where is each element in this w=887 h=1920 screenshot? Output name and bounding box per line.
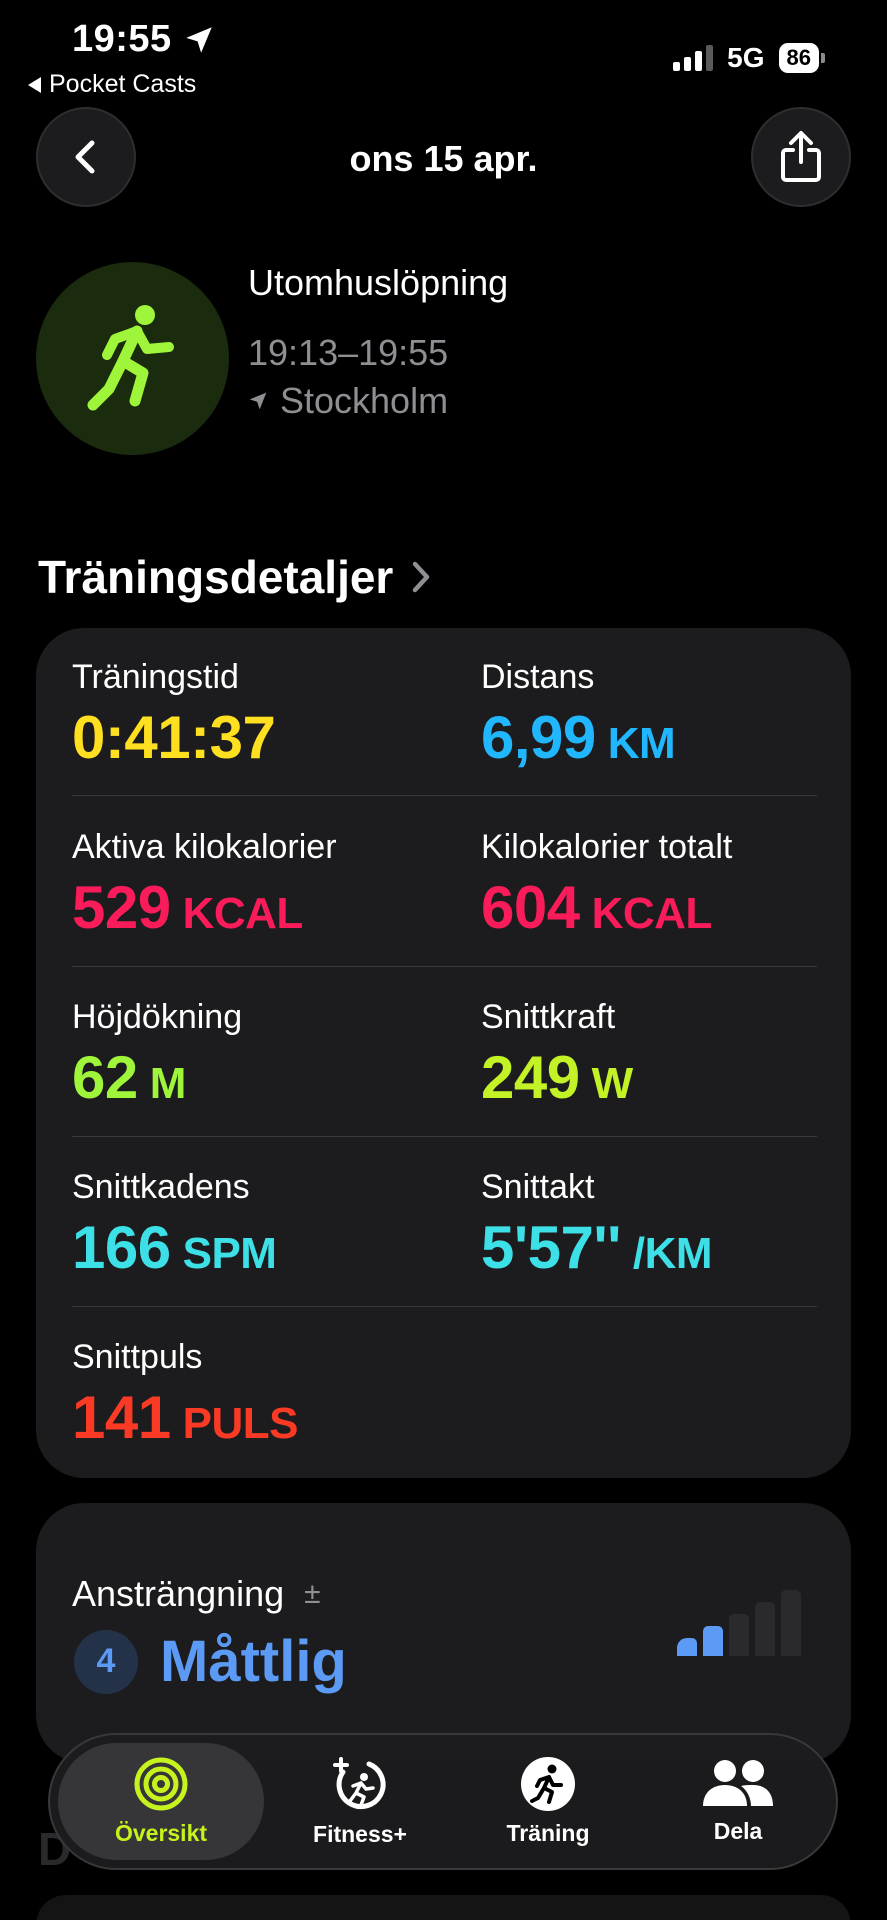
effort-meter-bar (677, 1638, 697, 1656)
metric-workout-time: Träningstid 0:41:37 (72, 658, 276, 772)
share-button[interactable] (751, 107, 851, 207)
metric-avg-heart-rate: Snittpuls 141 PULS (72, 1338, 298, 1452)
metric-value: 166 SPM (72, 1214, 277, 1281)
workout-time-range: 19:13–19:55 (248, 332, 449, 373)
metric-label: Snittakt (481, 1168, 595, 1206)
metric-avg-power: Snittkraft 249 W (481, 998, 633, 1112)
effort-meter-bar (755, 1602, 775, 1656)
cellular-signal-icon (673, 45, 714, 71)
next-card-faded (36, 1895, 851, 1920)
metric-unit: KCAL (182, 889, 304, 938)
effort-meter-bar (703, 1626, 723, 1656)
metric-value: 604 KCAL (481, 874, 713, 941)
effort-label: Ansträngning (72, 1573, 285, 1614)
location-arrow-icon (185, 26, 212, 53)
running-figure-icon (87, 304, 174, 410)
divider (72, 1136, 817, 1137)
metric-avg-cadence: Snittkadens 166 SPM (72, 1168, 277, 1282)
metric-unit: M (149, 1059, 187, 1108)
location-name: Stockholm (280, 380, 449, 421)
metric-unit: KCAL (591, 889, 713, 938)
effort-meter-bar (781, 1590, 801, 1656)
workout-type: Utomhuslöpning (248, 262, 509, 303)
metric-value: 6,99 KM (481, 704, 676, 771)
fitness-plus-icon (333, 1757, 386, 1809)
effort-meter-bar (729, 1614, 749, 1656)
workout-details-header[interactable]: Träningsdetaljer (38, 550, 431, 604)
battery-icon: 86 (778, 43, 825, 73)
metric-label: Höjdökning (72, 998, 243, 1036)
outdoor-run-badge (36, 262, 229, 455)
metric-active-calories: Aktiva kilokalorier 529 KCAL (72, 828, 337, 942)
metric-avg-pace: Snittakt 5'57''/KM (481, 1168, 713, 1282)
divider (72, 1306, 817, 1307)
plus-minus-icon: ± (304, 1577, 321, 1610)
metric-value: 529 KCAL (72, 874, 304, 941)
metric-value: 62 M (72, 1044, 187, 1111)
effort-level-badge: 4 (74, 1629, 138, 1694)
metric-unit: W (591, 1059, 634, 1108)
metric-unit: /KM (632, 1229, 713, 1278)
effort-card[interactable]: Ansträngning ± 4 Måttlig (36, 1503, 851, 1763)
chevron-right-icon (413, 561, 430, 593)
tab-bar: Översikt Fitness+ Träning Dela (48, 1733, 838, 1870)
tab-label: Dela (713, 1818, 763, 1844)
tab-fitness-plus[interactable]: Fitness+ (290, 1735, 430, 1868)
metric-label: Träningstid (72, 658, 239, 696)
tab-label: Översikt (114, 1820, 208, 1846)
workout-location: Stockholm (248, 380, 448, 422)
back-triangle-icon (28, 76, 41, 93)
metric-unit: KM (607, 719, 676, 768)
metric-distance: Distans 6,99 KM (481, 658, 676, 772)
divider (72, 795, 817, 796)
share-icon (781, 131, 821, 182)
back-to-app-link[interactable]: Pocket Casts (28, 70, 196, 99)
status-time: 19:55 (72, 18, 216, 61)
workout-details-card[interactable]: Träningstid 0:41:37 Distans 6,99 KM Aktiv… (36, 628, 851, 1478)
activity-rings-icon (134, 1757, 188, 1811)
network-type: 5G (727, 42, 765, 73)
workout-runner-icon (521, 1757, 575, 1811)
metric-label: Kilokalorier totalt (481, 828, 733, 866)
metric-label: Snittpuls (72, 1338, 203, 1376)
status-indicators: 5G 86 (673, 42, 825, 74)
section-title: Träningsdetaljer (38, 551, 394, 603)
status-time-text: 19:55 (72, 18, 172, 60)
metric-total-calories: Kilokalorier totalt 604 KCAL (481, 828, 732, 942)
workout-detail-screen: 19:55 Pocket Casts 5G 86 ons 15 apr. Uto… (0, 0, 887, 1920)
metric-label: Snittkadens (72, 1168, 250, 1206)
metric-value: 0:41:37 (72, 704, 276, 771)
metric-elevation-gain: Höjdökning 62 M (72, 998, 242, 1112)
back-app-label: Pocket Casts (49, 70, 197, 98)
metric-label: Snittkraft (481, 998, 616, 1036)
tab-sharing[interactable]: Dela (668, 1735, 808, 1868)
divider (72, 966, 817, 967)
effort-meter-icon (677, 1590, 801, 1656)
metric-unit: SPM (182, 1229, 277, 1278)
metric-label: Aktiva kilokalorier (72, 828, 337, 866)
location-arrow-icon (249, 392, 267, 410)
sharing-people-icon (703, 1760, 773, 1806)
battery-level: 86 (778, 43, 819, 73)
tab-workout[interactable]: Träning (478, 1735, 618, 1868)
effort-rating: 4 Måttlig (74, 1628, 347, 1695)
tab-label: Träning (506, 1820, 590, 1846)
metric-unit: PULS (182, 1399, 299, 1448)
metric-value: 5'57''/KM (481, 1214, 713, 1281)
effort-level-text: Måttlig (160, 1629, 347, 1694)
metric-value: 249 W (481, 1044, 634, 1111)
metric-label: Distans (481, 658, 595, 696)
effort-header: Ansträngning ± (72, 1573, 321, 1615)
tab-overview[interactable]: Översikt (58, 1743, 264, 1860)
tab-label: Fitness+ (313, 1821, 407, 1847)
metric-value: 141 PULS (72, 1384, 299, 1451)
